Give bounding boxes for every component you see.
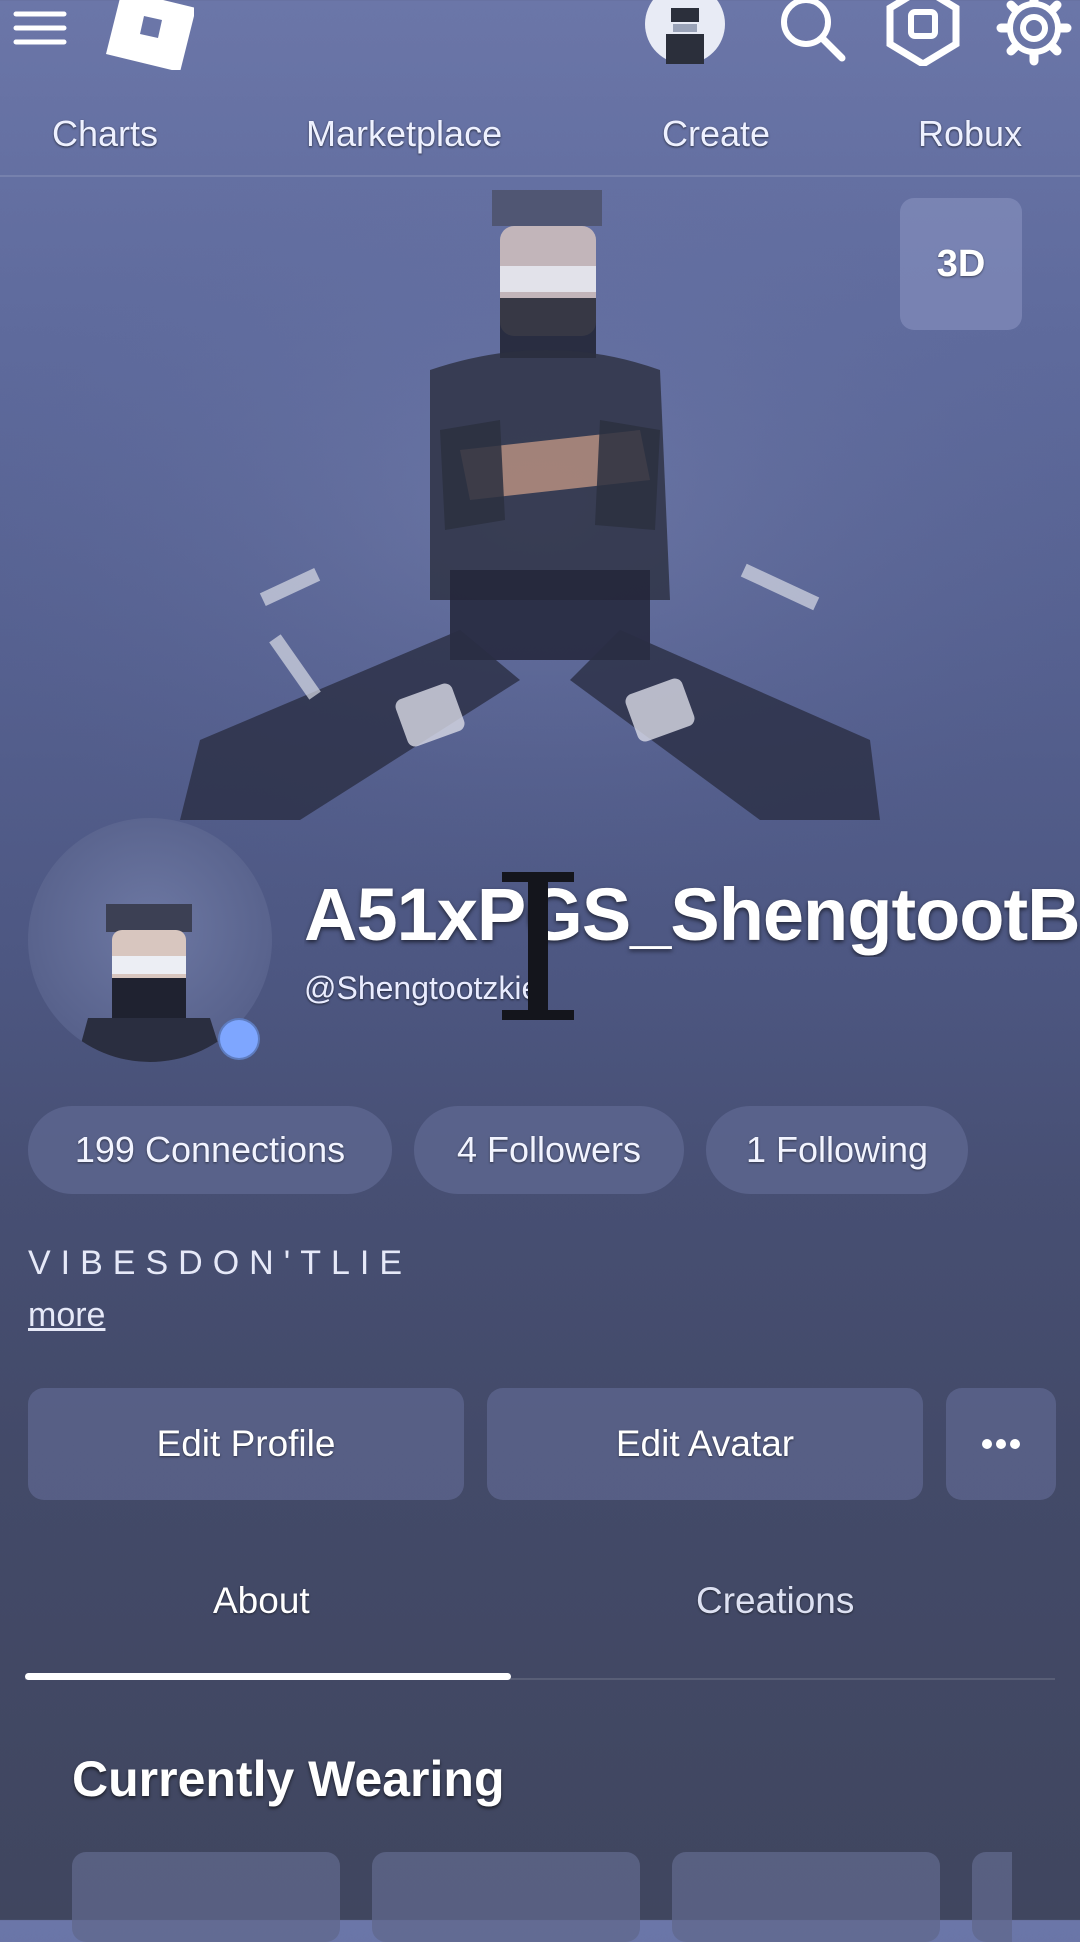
nav-item-robux[interactable]: Robux [918, 113, 1022, 155]
more-options-button[interactable] [946, 1388, 1056, 1500]
display-name: A51xPGS_ShengtootBS [304, 873, 1080, 956]
roblox-logo-icon[interactable] [104, 0, 196, 72]
search-icon[interactable] [778, 0, 848, 62]
view-3d-button[interactable]: 3D [900, 198, 1022, 330]
robux-icon[interactable] [886, 0, 960, 69]
bio-more-link[interactable]: more [28, 1296, 105, 1335]
edit-avatar-button[interactable]: Edit Avatar [487, 1388, 923, 1500]
connections-button[interactable]: 199 Connections [28, 1106, 392, 1194]
top-bar [0, 0, 1080, 72]
nav-item-create[interactable]: Create [662, 113, 770, 155]
following-button[interactable]: 1 Following [706, 1106, 968, 1194]
currently-wearing-title: Currently Wearing [72, 1751, 505, 1807]
tab-about[interactable]: About [213, 1580, 310, 1622]
ellipsis-icon [982, 1439, 1020, 1449]
main-nav: Charts Marketplace Create Robux [0, 95, 1080, 177]
edit-profile-button[interactable]: Edit Profile [28, 1388, 464, 1500]
nav-item-charts[interactable]: Charts [52, 113, 158, 155]
wearing-item-card[interactable] [972, 1852, 1012, 1942]
tab-creations[interactable]: Creations [696, 1580, 854, 1622]
nav-item-marketplace[interactable]: Marketplace [306, 113, 502, 155]
wearing-item-card[interactable] [672, 1852, 940, 1942]
text-cursor-icon [498, 872, 578, 1022]
gear-icon[interactable] [996, 0, 1072, 66]
bio-text: VIBESDON'TLIE [28, 1244, 413, 1282]
hamburger-icon[interactable] [12, 4, 68, 52]
wearing-item-card[interactable] [372, 1852, 640, 1942]
user-avatar-icon[interactable] [644, 0, 726, 64]
online-status-indicator [218, 1018, 260, 1060]
followers-button[interactable]: 4 Followers [414, 1106, 684, 1194]
active-tab-indicator [25, 1673, 511, 1680]
wearing-item-card[interactable] [72, 1852, 340, 1942]
